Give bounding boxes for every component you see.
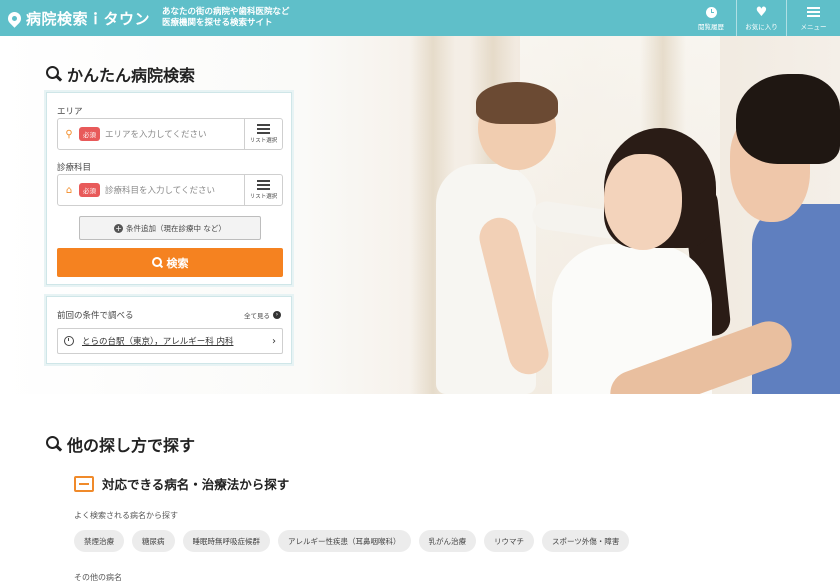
- search-button-label: 検索: [166, 256, 189, 270]
- logo-text: 病院検索ｉタウン: [26, 9, 151, 28]
- site-logo[interactable]: 病院検索ｉタウン: [5, 8, 151, 29]
- plus-icon: +: [114, 223, 124, 233]
- hospital-icon: ⌂: [65, 184, 73, 196]
- disease-chip[interactable]: 糖尿病: [132, 530, 175, 552]
- area-label: エリア: [57, 107, 83, 117]
- tagline-line-1: あなたの街の病院や歯科医院など: [162, 7, 290, 17]
- disease-chip[interactable]: アレルギー性疾患（耳鼻咽喉科）: [278, 530, 411, 552]
- clock-icon: [64, 336, 74, 346]
- area-field[interactable]: ⚲ 必須 エリアを入力してください リスト選択: [57, 118, 283, 150]
- menu-button[interactable]: メニュー: [786, 0, 840, 36]
- site-tagline: あなたの街の病院や歯科医院など 医療機関を探せる検索サイト: [162, 7, 290, 29]
- disease-chip[interactable]: 睡眠時無呼吸症候群: [182, 530, 270, 552]
- search-icon: [46, 436, 62, 452]
- dept-label: 診療科目: [57, 163, 92, 173]
- favorites-button[interactable]: ♥ お気に入り: [736, 0, 786, 36]
- search-button[interactable]: 検索: [57, 248, 283, 277]
- disease-chip[interactable]: リウマチ: [484, 530, 534, 552]
- dept-input[interactable]: 診療科目を入力してください: [105, 184, 244, 196]
- search-icon: [151, 257, 163, 268]
- menu-icon: [807, 7, 820, 17]
- list-icon: [257, 124, 270, 134]
- other-diseases-label: その他の病名: [74, 573, 122, 582]
- history-button[interactable]: 閲覧履歴: [686, 0, 736, 36]
- see-all-label: 全て見る: [244, 312, 270, 320]
- other-search-title: 他の探し方で探す: [46, 432, 195, 456]
- area-required-badge: 必須: [79, 127, 100, 141]
- history-label: 閲覧履歴: [698, 22, 724, 31]
- dept-required-badge: 必須: [79, 183, 100, 197]
- search-panel: エリア ⚲ 必須 エリアを入力してください リスト選択 診療科目 ⌂ 必須 診療…: [46, 92, 292, 285]
- recent-search-item[interactable]: とらの台駅（東京），アレルギー科 内科 ›: [57, 328, 283, 354]
- favorites-label: お気に入り: [745, 22, 778, 31]
- tagline-line-2: 医療機関を探せる検索サイト: [162, 18, 273, 28]
- menu-label: メニュー: [800, 22, 827, 31]
- area-list-button[interactable]: リスト選択: [244, 119, 282, 149]
- map-pin-icon: [5, 8, 24, 28]
- area-list-label: リスト選択: [249, 138, 278, 144]
- search-title: かんたん病院検索: [46, 62, 195, 86]
- search-title-text: かんたん病院検索: [67, 66, 196, 85]
- heart-icon: ♥: [755, 4, 768, 20]
- see-all-link[interactable]: 全て見る ›: [244, 310, 281, 320]
- disease-chip-list: 禁煙治療 糖尿病 睡眠時無呼吸症候群 アレルギー性疾患（耳鼻咽喉科） 乳がん治療…: [74, 530, 630, 552]
- recent-search-panel: 前回の条件で調べる 全て見る › とらの台駅（東京），アレルギー科 内科 ›: [46, 296, 292, 364]
- add-condition-label: 条件追加（現在診療中 など）: [126, 223, 226, 233]
- disease-chip[interactable]: 乳がん治療: [418, 530, 476, 552]
- disease-chip[interactable]: 禁煙治療: [74, 530, 124, 552]
- popular-diseases-label: よく検索される病名から探す: [74, 511, 178, 520]
- clock-icon: [705, 6, 717, 18]
- list-icon: [257, 180, 270, 190]
- dept-field[interactable]: ⌂ 必須 診療科目を入力してください リスト選択: [57, 174, 283, 206]
- area-input[interactable]: エリアを入力してください: [105, 128, 244, 140]
- monitor-icon: [74, 475, 94, 492]
- arrow-right-icon: ›: [273, 311, 281, 319]
- train-icon: ⚲: [65, 128, 73, 140]
- disease-search-subtitle-text: 対応できる病名・治療法から探す: [102, 477, 290, 492]
- disease-search-subtitle: 対応できる病名・治療法から探す: [74, 474, 289, 493]
- other-search-title-text: 他の探し方で探す: [67, 436, 196, 455]
- disease-chip[interactable]: スポーツ外傷・障害: [542, 530, 630, 552]
- dept-list-button[interactable]: リスト選択: [244, 175, 282, 205]
- dept-list-label: リスト選択: [249, 194, 278, 200]
- recent-label: 前回の条件で調べる: [57, 311, 134, 321]
- chevron-right-icon: ›: [272, 335, 276, 347]
- add-condition-button[interactable]: + 条件追加（現在診療中 など）: [79, 216, 261, 240]
- recent-search-text: とらの台駅（東京），アレルギー科 内科: [82, 337, 234, 347]
- site-header: 病院検索ｉタウン あなたの街の病院や歯科医院など 医療機関を探せる検索サイト 閲…: [0, 0, 840, 36]
- header-nav: 閲覧履歴 ♥ お気に入り メニュー: [686, 0, 840, 36]
- search-icon: [46, 66, 62, 82]
